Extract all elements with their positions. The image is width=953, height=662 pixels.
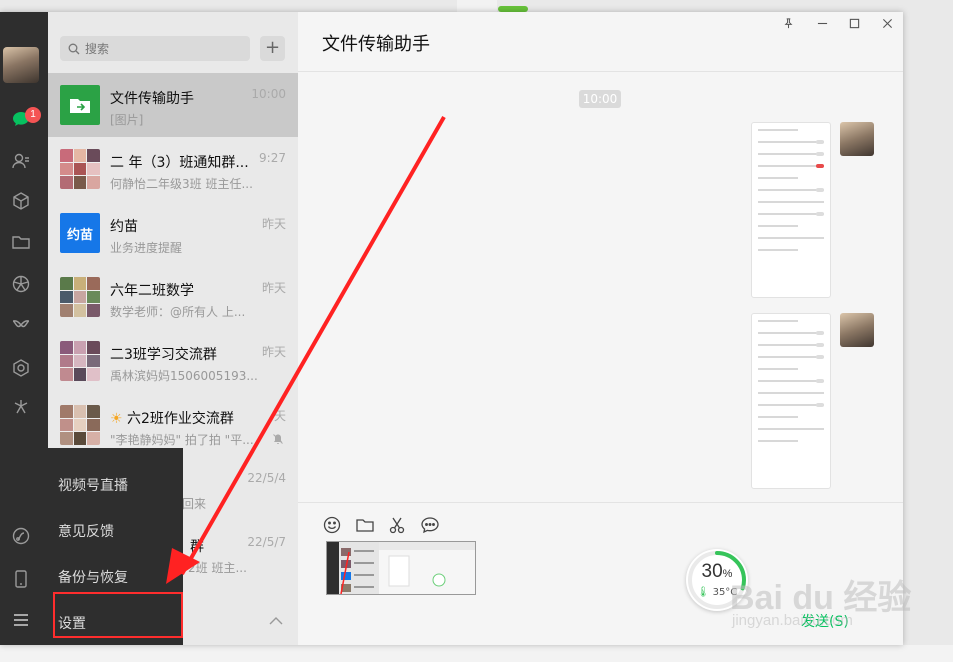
menu-item-live[interactable]: 视频号直播 bbox=[58, 475, 128, 495]
chat-preview: 禹林滨妈妈1506005193... bbox=[110, 369, 258, 383]
user-avatar[interactable] bbox=[3, 47, 39, 83]
chat-pane: 文件传输助手 10:00 30% 🌡 35°C 发送(S) bbox=[298, 12, 903, 645]
group-avatar bbox=[60, 149, 100, 189]
list-item[interactable]: 文件传输助手 [图片] 10:00 bbox=[48, 73, 298, 137]
emoji-icon[interactable] bbox=[322, 515, 342, 535]
more-menu: 视频号直播 意见反馈 备份与恢复 设置 bbox=[48, 448, 183, 645]
message-input-area[interactable]: 30% 🌡 35°C 发送(S) bbox=[298, 502, 903, 645]
chat-time: 天 bbox=[273, 409, 286, 423]
send-button[interactable]: 发送(S) bbox=[801, 611, 849, 631]
chat-time: 22/5/4 bbox=[247, 471, 286, 485]
chat-time: 10:00 bbox=[251, 87, 286, 101]
background-desktop bbox=[0, 645, 953, 662]
sender-avatar[interactable] bbox=[840, 313, 874, 347]
group-avatar bbox=[60, 341, 100, 381]
group-avatar bbox=[60, 405, 100, 445]
sender-avatar[interactable] bbox=[840, 122, 874, 156]
mini-program-icon[interactable] bbox=[10, 357, 32, 379]
contacts-icon[interactable] bbox=[10, 150, 32, 172]
channels-icon[interactable] bbox=[10, 314, 32, 336]
background-window-edge bbox=[457, 0, 497, 12]
chat-name: 二 年（3）班通知群... bbox=[110, 155, 249, 171]
image-message[interactable] bbox=[751, 122, 831, 298]
chat-preview: 回来 bbox=[182, 497, 207, 511]
chat-preview: "李艳静妈妈" 拍了拍 "平... bbox=[110, 433, 254, 447]
yuemiao-logo: 约苗 bbox=[60, 213, 100, 253]
chat-time: 22/5/7 bbox=[247, 535, 286, 549]
image-message[interactable] bbox=[751, 313, 831, 489]
chat-preview: 2班 班主... bbox=[188, 561, 247, 575]
unread-badge: 1 bbox=[25, 107, 41, 123]
file-transfer-icon bbox=[60, 85, 100, 125]
chat-title: 文件传输助手 bbox=[322, 34, 430, 55]
search-input[interactable]: 搜索 bbox=[60, 36, 250, 61]
mute-bell-icon bbox=[273, 434, 283, 444]
time-divider: 10:00 bbox=[579, 90, 621, 108]
close-icon[interactable] bbox=[880, 16, 894, 30]
chat-name: 群 bbox=[190, 539, 204, 555]
settings-highlight-box bbox=[53, 592, 183, 638]
favorites-cube-icon[interactable] bbox=[10, 190, 32, 212]
list-item[interactable]: 二3班学习交流群 禹林滨妈妈1506005193... 昨天 bbox=[48, 329, 298, 393]
chat-name: ☀ 六2班作业交流群 bbox=[110, 411, 234, 427]
chat-time: 昨天 bbox=[261, 217, 286, 231]
mobile-icon[interactable] bbox=[10, 568, 32, 590]
list-item[interactable]: 二 年（3）班通知群... 何静怡二年级3班 班主任... 9:27 bbox=[48, 137, 298, 201]
menu-hamburger-icon[interactable] bbox=[10, 609, 32, 631]
add-chat-button[interactable]: + bbox=[260, 36, 285, 61]
search-icon bbox=[68, 43, 80, 54]
temperature-gauge-widget[interactable]: 30% 🌡 35°C bbox=[686, 549, 748, 611]
maximize-icon[interactable] bbox=[847, 16, 861, 30]
menu-item-feedback[interactable]: 意见反馈 bbox=[58, 521, 114, 541]
list-item[interactable]: 约苗 约苗 业务进度提醒 昨天 bbox=[48, 201, 298, 265]
sidebar-rail: 1 bbox=[0, 12, 48, 645]
group-avatar bbox=[60, 277, 100, 317]
moments-icon[interactable] bbox=[10, 273, 32, 295]
wechat-window: 1 搜索 + 文件传输助手 [图片] 10:00 二 年（3）班通知群... 何… bbox=[0, 12, 903, 645]
chat-time: 昨天 bbox=[261, 345, 286, 359]
thermometer-icon: 🌡 bbox=[696, 587, 710, 598]
scissors-icon[interactable] bbox=[388, 515, 408, 535]
chat-time: 昨天 bbox=[261, 281, 286, 295]
search-placeholder: 搜索 bbox=[85, 42, 110, 56]
folder-icon[interactable] bbox=[355, 515, 375, 535]
chevron-up-icon[interactable] bbox=[268, 616, 284, 626]
gauge-percent: 30% bbox=[701, 561, 733, 582]
chat-bubble-icon[interactable] bbox=[420, 515, 440, 535]
minimize-icon[interactable] bbox=[815, 16, 829, 30]
chat-name: 二3班学习交流群 bbox=[110, 347, 217, 363]
search-discover-icon[interactable] bbox=[10, 396, 32, 418]
chat-time: 9:27 bbox=[259, 151, 286, 165]
list-item[interactable]: 六年二班数学 数学老师：@所有人 上... 昨天 bbox=[48, 265, 298, 329]
menu-item-backup[interactable]: 备份与恢复 bbox=[58, 567, 128, 587]
sun-emoji-icon: ☀ bbox=[110, 411, 123, 427]
chat-preview: 何静怡二年级3班 班主任... bbox=[110, 177, 253, 191]
chat-name: 六年二班数学 bbox=[110, 283, 194, 299]
chat-preview: [图片] bbox=[110, 113, 144, 127]
pin-icon[interactable] bbox=[781, 16, 795, 30]
chat-preview: 数学老师：@所有人 上... bbox=[110, 305, 246, 319]
chat-name: 约苗 bbox=[110, 219, 138, 235]
phone-link-icon[interactable] bbox=[10, 525, 32, 547]
chat-header: 文件传输助手 bbox=[298, 12, 903, 72]
chat-preview: 业务进度提醒 bbox=[110, 241, 183, 255]
gauge-temperature: 🌡 35°C bbox=[696, 587, 738, 598]
attached-screenshot-thumbnail[interactable] bbox=[326, 541, 476, 595]
chat-name: 文件传输助手 bbox=[110, 91, 194, 107]
folder-icon[interactable] bbox=[10, 231, 32, 253]
